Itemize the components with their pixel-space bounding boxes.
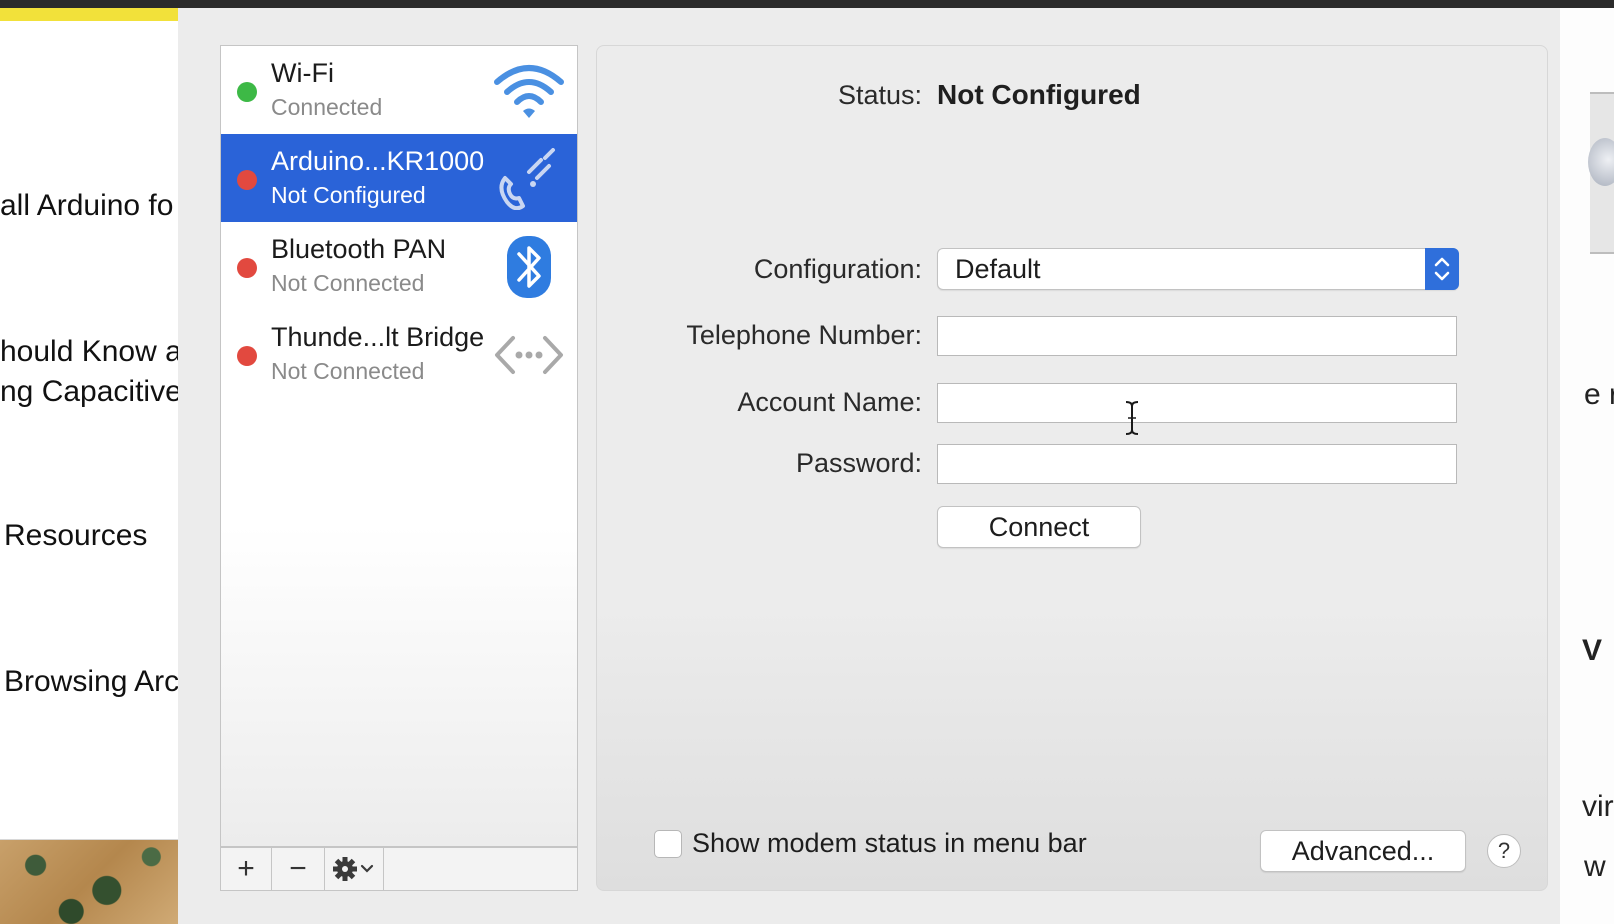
service-status: Not Configured (271, 182, 426, 208)
status-dot (237, 82, 257, 102)
telephone-number-label: Telephone Number: (686, 320, 922, 350)
telephone-number-field[interactable] (937, 316, 1457, 356)
thunderbolt-bridge-icon (495, 336, 563, 374)
phone-icon (499, 148, 555, 210)
wifi-icon (494, 65, 564, 118)
password-label: Password: (795, 448, 922, 478)
service-status: Not Connected (271, 358, 425, 384)
status-value: Not Configured (937, 79, 1141, 110)
background-photo (0, 840, 178, 924)
service-item-wifi[interactable]: Wi-Fi Connected (221, 46, 577, 134)
status-label: Status: (837, 80, 922, 110)
background-page: all Arduino fo hould Know a ng Capacitiv… (0, 21, 182, 921)
background-text-line: Browsing Arc (4, 665, 180, 698)
connect-button[interactable]: Connect (937, 506, 1141, 548)
text-cursor-icon (1125, 401, 1139, 435)
service-status: Connected (271, 94, 383, 120)
service-name: Wi-Fi (271, 58, 334, 88)
service-item-arduino[interactable]: Arduino...KR1000 Not Configured (221, 134, 577, 222)
background-text-fragment: vir (1582, 790, 1614, 823)
telephone-number-input[interactable] (938, 317, 1456, 355)
password-input[interactable] (938, 445, 1456, 483)
bluetooth-icon (507, 236, 551, 298)
yellow-accent-bar (0, 8, 178, 21)
service-list: Wi-Fi Connected Arduino...KR1000 Not Con… (220, 45, 578, 847)
service-name: Bluetooth PAN (271, 234, 447, 264)
top-bar (0, 0, 1614, 8)
background-text-fragment: e r (1584, 378, 1614, 411)
service-status: Not Connected (271, 270, 425, 296)
background-knob (1588, 138, 1614, 186)
advanced-button[interactable]: Advanced... (1260, 830, 1466, 872)
help-button[interactable]: ? (1487, 834, 1521, 868)
status-dot (237, 258, 257, 278)
service-name: Thunde...lt Bridge (271, 322, 485, 352)
password-field[interactable] (937, 444, 1457, 484)
service-list-toolbar: + − (220, 847, 578, 891)
service-name: Arduino...KR1000 (271, 146, 485, 176)
background-text-line: Resources (4, 519, 148, 552)
remove-service-button[interactable]: − (272, 848, 325, 890)
add-service-button[interactable]: + (221, 848, 272, 890)
status-dot (237, 170, 257, 190)
background-text-fragment: V (1582, 634, 1603, 667)
gear-icon (333, 857, 374, 881)
background-text-line: hould Know a (0, 335, 182, 368)
status-dot (237, 346, 257, 366)
account-name-label: Account Name: (737, 387, 922, 417)
service-item-thunderbolt-bridge[interactable]: Thunde...lt Bridge Not Connected (221, 310, 577, 398)
updown-arrows-icon (1425, 248, 1459, 290)
background-text-line: all Arduino fo (0, 189, 174, 222)
show-modem-status-checkbox[interactable] (654, 830, 682, 858)
account-name-input[interactable] (938, 384, 1456, 422)
configuration-select[interactable]: Default (937, 248, 1459, 290)
configuration-value: Default (955, 254, 1041, 284)
account-name-field[interactable] (937, 383, 1457, 423)
background-text-line: ng Capacitive (0, 375, 182, 408)
service-item-bluetooth-pan[interactable]: Bluetooth PAN Not Connected (221, 222, 577, 310)
background-text-fragment: w (1584, 850, 1606, 883)
service-actions-menu[interactable] (325, 848, 384, 890)
show-modem-status-label: Show modem status in menu bar (692, 828, 1087, 858)
configuration-label: Configuration: (753, 254, 922, 284)
